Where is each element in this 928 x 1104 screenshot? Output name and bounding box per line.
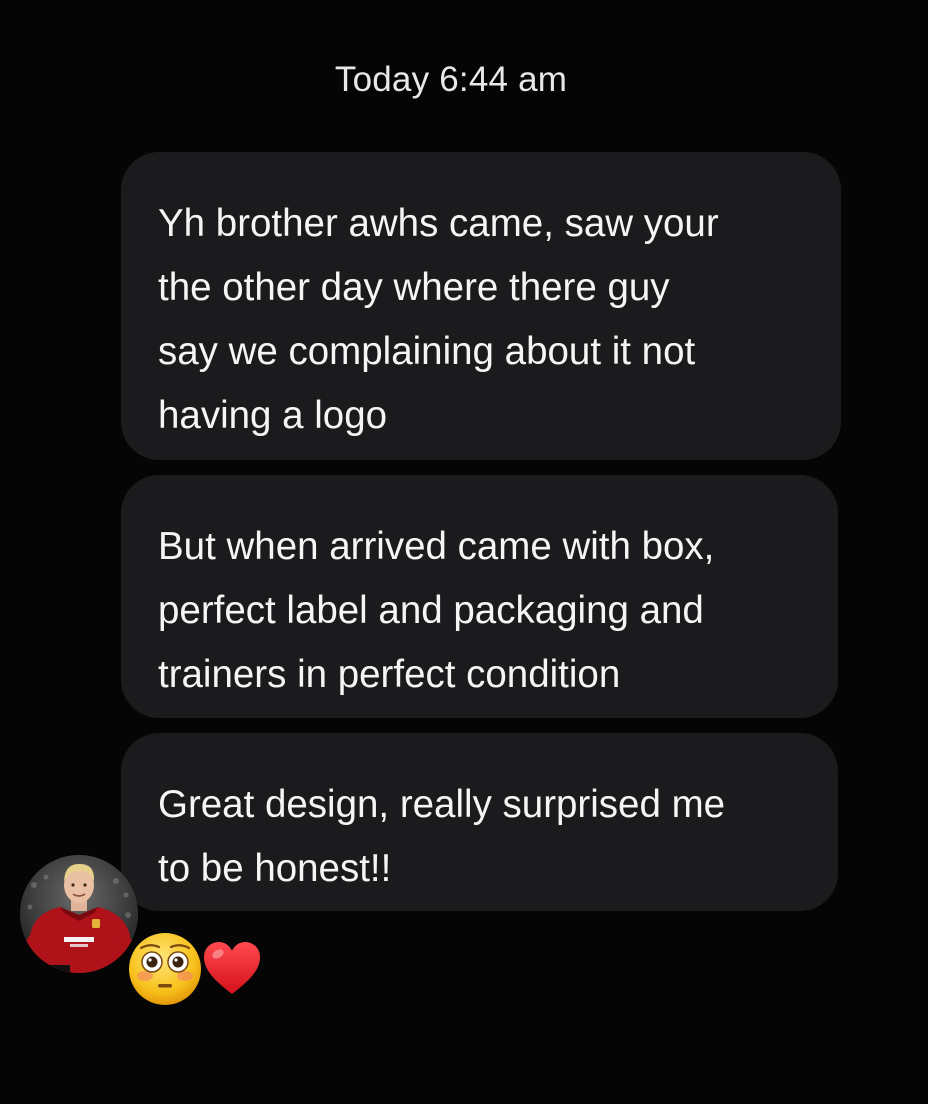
- red-heart-icon: [202, 940, 262, 1001]
- message-bubble[interactable]: But when arrived came with box, perfect …: [121, 475, 838, 718]
- message-timestamp: Today 6:44 am: [334, 60, 568, 99]
- sender-avatar[interactable]: [20, 855, 138, 973]
- flushed-face-icon: [126, 930, 204, 1013]
- message-bubble[interactable]: Yh brother awhs came, saw your the other…: [121, 152, 841, 460]
- message-bubble[interactable]: Great design, really surprised me to be …: [121, 733, 838, 911]
- avatar-photo-icon: [20, 855, 138, 973]
